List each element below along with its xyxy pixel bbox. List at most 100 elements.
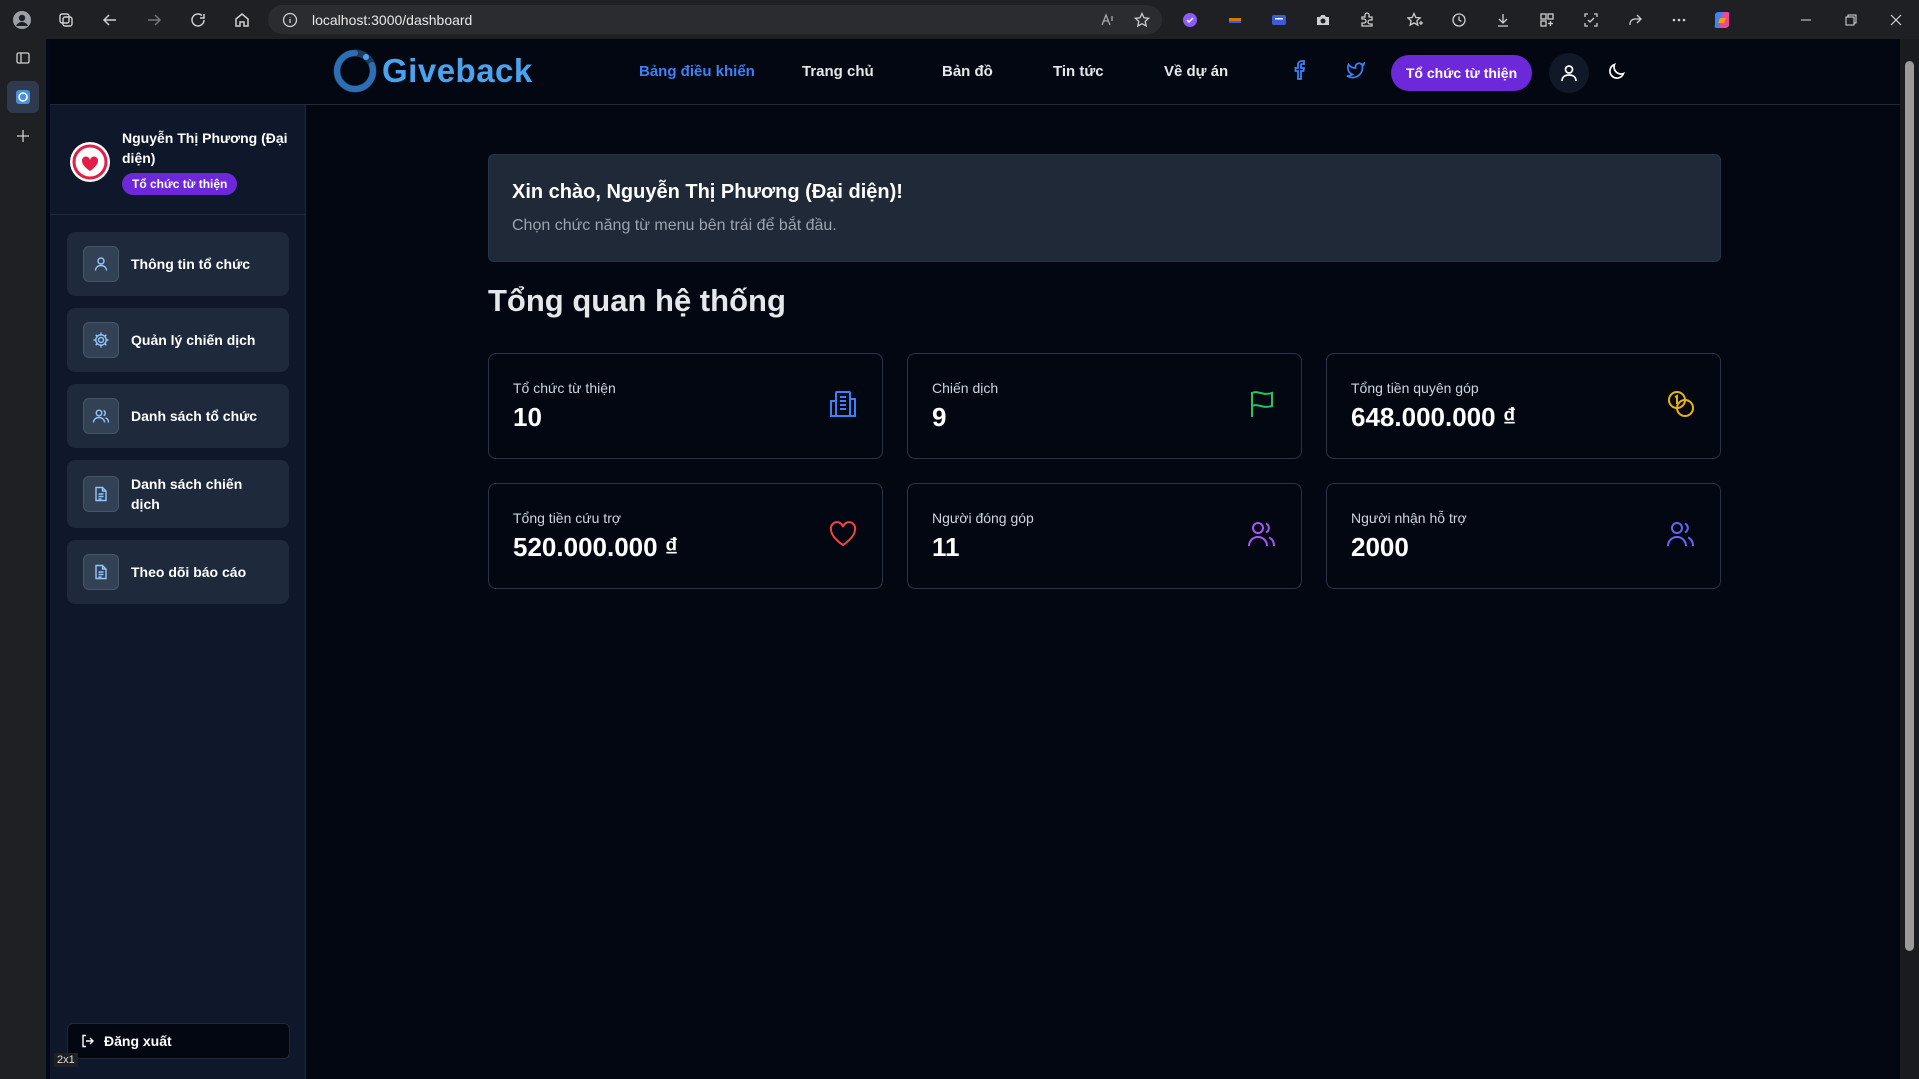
user-menu-button[interactable] [1549, 53, 1589, 93]
twitter-icon[interactable] [1344, 59, 1366, 81]
users-icon [1247, 519, 1277, 549]
users-icon [1666, 519, 1696, 549]
address-bar[interactable]: localhost:3000/dashboard [268, 5, 1162, 34]
charity-org-button[interactable]: Tổ chức từ thiện [1391, 55, 1532, 91]
stat-label: Tổng tiền quyên góp [1351, 380, 1479, 396]
more-icon[interactable] [1661, 0, 1697, 39]
scrollbar-thumb[interactable] [1905, 61, 1914, 951]
user-icon [83, 246, 119, 282]
coins-icon [1666, 389, 1696, 419]
dark-mode-toggle-icon[interactable] [1607, 61, 1627, 81]
active-tab-favicon[interactable] [7, 81, 39, 113]
history-icon[interactable] [1441, 0, 1477, 39]
favorite-star-icon[interactable] [1134, 11, 1150, 28]
welcome-title: Xin chào, Nguyễn Thị Phương (Đại diện)! [512, 181, 903, 203]
stat-card-charities: Tổ chức từ thiện 10 [488, 353, 883, 459]
stat-label: Chiến dịch [932, 380, 999, 396]
stat-label: Người đóng góp [932, 510, 1034, 526]
heart-logo-icon [72, 144, 108, 180]
camera-icon[interactable] [1305, 0, 1341, 39]
workspaces-icon[interactable] [44, 0, 88, 39]
sidebar-item-report-tracking[interactable]: Theo dõi báo cáo [67, 540, 289, 604]
collections-icon[interactable] [1529, 0, 1565, 39]
downloads-icon[interactable] [1485, 0, 1521, 39]
document-icon [83, 554, 119, 590]
close-icon[interactable] [1873, 0, 1919, 39]
sidebar-item-label: Thông tin tổ chức [131, 256, 251, 272]
users-icon [83, 398, 119, 434]
logo-icon [333, 49, 377, 93]
sidebar-item-label: Danh sách chiến dịch [131, 476, 243, 512]
site-info-icon[interactable] [282, 12, 298, 28]
stat-value: 648.000.000 ₫ [1351, 402, 1517, 432]
sidebar-item-label: Quản lý chiến dịch [131, 332, 256, 348]
stat-card-campaigns: Chiến dịch 9 [907, 353, 1302, 459]
welcome-subtitle: Chọn chức năng từ menu bên trái để bắt đ… [512, 217, 837, 234]
profile-name: Nguyễn Thị Phương (Đại diện) [122, 130, 288, 166]
site-logo[interactable]: Giveback [332, 48, 533, 94]
logout-button[interactable]: Đăng xuất [67, 1023, 290, 1059]
home-icon[interactable] [220, 0, 264, 39]
nav-map[interactable]: Bản đồ [942, 63, 993, 80]
sidebar-item-label: Theo dõi báo cáo [131, 564, 247, 580]
browser-toolbar: localhost:3000/dashboard [0, 0, 1919, 39]
stat-value: 9 [932, 402, 947, 432]
tab-actions-icon[interactable] [0, 39, 46, 77]
stat-card-total-relief: Tổng tiền cứu trợ 520.000.000 ₫ [488, 483, 883, 589]
screenshot-icon[interactable] [1573, 0, 1609, 39]
minimize-icon[interactable] [1783, 0, 1829, 39]
favorites-icon[interactable] [1397, 0, 1433, 39]
share-icon[interactable] [1617, 0, 1653, 39]
new-tab-icon[interactable] [0, 117, 46, 155]
nav-home[interactable]: Trang chủ [802, 63, 874, 80]
extension-icon[interactable] [1261, 0, 1297, 39]
sidebar-item-org-list[interactable]: Danh sách tổ chức [67, 384, 289, 448]
profile-icon[interactable] [0, 0, 44, 39]
stat-value: 2000 [1351, 532, 1409, 562]
stat-value: 10 [513, 402, 542, 432]
stat-card-total-donations: Tổng tiền quyên góp 648.000.000 ₫ [1326, 353, 1721, 459]
stat-value: 11 [932, 532, 960, 562]
user-icon [1561, 65, 1577, 82]
copilot-icon[interactable] [1704, 0, 1740, 39]
logo-text: Giveback [382, 52, 533, 89]
building-icon [828, 389, 858, 419]
back-icon[interactable] [88, 0, 132, 39]
document-icon [83, 476, 119, 512]
browser-vertical-tabs [0, 39, 46, 1079]
nav-news[interactable]: Tin tức [1053, 63, 1104, 80]
forward-icon[interactable] [132, 0, 176, 39]
logout-label: Đăng xuất [104, 1033, 172, 1049]
zoom-badge: 2x1 [54, 1053, 78, 1067]
role-badge: Tổ chức từ thiện [122, 173, 238, 195]
page-scrollbar[interactable] [1900, 39, 1919, 1079]
sidebar: Nguyễn Thị Phương (Đại diện) Tổ chức từ … [50, 105, 306, 1079]
extension-icon[interactable] [1217, 0, 1253, 39]
facebook-icon[interactable] [1291, 59, 1311, 81]
url-text: localhost:3000/dashboard [312, 11, 473, 28]
extensions-icon[interactable] [1349, 0, 1385, 39]
profile-card: Nguyễn Thị Phương (Đại diện) Tổ chức từ … [50, 105, 306, 215]
flag-icon [1247, 389, 1277, 419]
sidebar-item-campaign-management[interactable]: Quản lý chiến dịch [67, 308, 289, 372]
restore-icon[interactable] [1828, 0, 1874, 39]
page: Giveback Bảng điều khiển Trang chủ Bản đ… [50, 39, 1900, 1079]
stat-card-beneficiaries: Người nhận hỗ trợ 2000 [1326, 483, 1721, 589]
refresh-icon[interactable] [176, 0, 220, 39]
gear-icon [83, 322, 119, 358]
overview-title: Tổng quan hệ thống [488, 283, 786, 318]
stat-card-contributors: Người đóng góp 11 [907, 483, 1302, 589]
site-header: Giveback Bảng điều khiển Trang chủ Bản đ… [50, 39, 1900, 105]
stat-label: Tổ chức từ thiện [513, 380, 616, 396]
read-aloud-icon[interactable] [1100, 12, 1116, 28]
sidebar-item-org-info[interactable]: Thông tin tổ chức [67, 232, 289, 296]
nav-dashboard[interactable]: Bảng điều khiển [639, 63, 755, 80]
nav-about[interactable]: Về dự án [1164, 63, 1228, 80]
extension-icon[interactable] [1172, 0, 1208, 39]
stat-value: 520.000.000 ₫ [513, 532, 679, 562]
heart-icon [828, 519, 858, 549]
sidebar-item-campaign-list[interactable]: Danh sách chiến dịch [67, 460, 289, 528]
avatar [70, 142, 110, 182]
stat-label: Tổng tiền cứu trợ [513, 510, 622, 526]
stat-label: Người nhận hỗ trợ [1351, 510, 1467, 526]
